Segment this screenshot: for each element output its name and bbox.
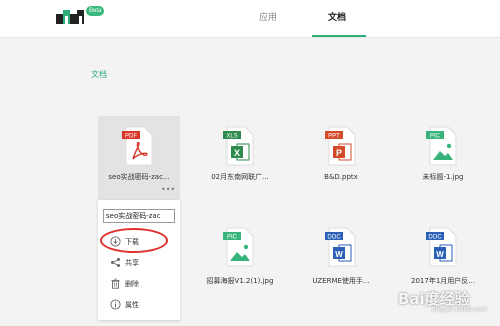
file-item[interactable]: PPT P B&D.pptx (300, 116, 382, 200)
share-menu-item[interactable]: 共享 (98, 253, 180, 273)
watermark-url: jingyan.baidu.com (432, 306, 488, 313)
more-options-icon[interactable]: ••• (161, 186, 175, 194)
share-label: 共享 (125, 259, 139, 267)
file-item[interactable]: PIC 招募海报V1.2(1).jpg (199, 220, 281, 304)
file-grid: PDF seo实战密码-zac... ••• XLS X 02月东南网联广...… (0, 0, 500, 326)
file-name: B&D.pptx (324, 173, 358, 181)
svg-text:XLS: XLS (226, 134, 237, 140)
file-context-menu: seo实战密码-zac 下载 共享 删除 属性 (98, 200, 180, 320)
properties-label: 属性 (125, 301, 139, 309)
info-icon (110, 299, 121, 310)
pdf-file-icon: PDF (122, 126, 153, 166)
file-item[interactable]: PIC 未标题-1.jpg (402, 116, 484, 200)
word-file-icon: DOC W (426, 227, 457, 267)
file-name: 2017年1月用户反... (411, 277, 475, 285)
share-icon (111, 258, 120, 267)
delete-label: 删除 (125, 280, 139, 288)
svg-text:W: W (335, 250, 343, 259)
svg-text:W: W (436, 250, 444, 259)
properties-menu-item[interactable]: 属性 (98, 295, 180, 315)
trash-icon (111, 278, 120, 289)
download-highlight-annotation (100, 228, 168, 253)
file-name: seo实战密码-zac... (108, 173, 170, 181)
file-item[interactable]: DOC W UZERME使用手... (300, 220, 382, 304)
svg-text:DOC: DOC (428, 235, 442, 241)
svg-text:X: X (234, 148, 240, 158)
svg-text:PIC: PIC (227, 235, 238, 241)
delete-menu-item[interactable]: 删除 (98, 274, 180, 294)
file-name: UZERME使用手... (312, 277, 370, 285)
image-file-icon: PIC (223, 227, 254, 267)
rename-input[interactable]: seo实战密码-zac (103, 209, 175, 223)
file-name: 未标题-1.jpg (422, 173, 464, 181)
file-name: 招募海报V1.2(1).jpg (206, 277, 274, 285)
svg-text:PPT: PPT (328, 134, 340, 140)
image-file-icon: PIC (426, 126, 457, 166)
svg-text:DOC: DOC (327, 235, 341, 241)
svg-text:P: P (336, 148, 342, 158)
file-item[interactable]: PDF seo实战密码-zac... ••• (98, 116, 180, 200)
file-name: 02月东南网联广... (211, 173, 269, 181)
word-file-icon: DOC W (325, 227, 356, 267)
file-item[interactable]: XLS X 02月东南网联广... (199, 116, 281, 200)
svg-text:PIC: PIC (430, 134, 441, 140)
svg-text:PDF: PDF (125, 134, 137, 140)
powerpoint-file-icon: PPT P (325, 126, 356, 166)
excel-file-icon: XLS X (223, 126, 254, 166)
